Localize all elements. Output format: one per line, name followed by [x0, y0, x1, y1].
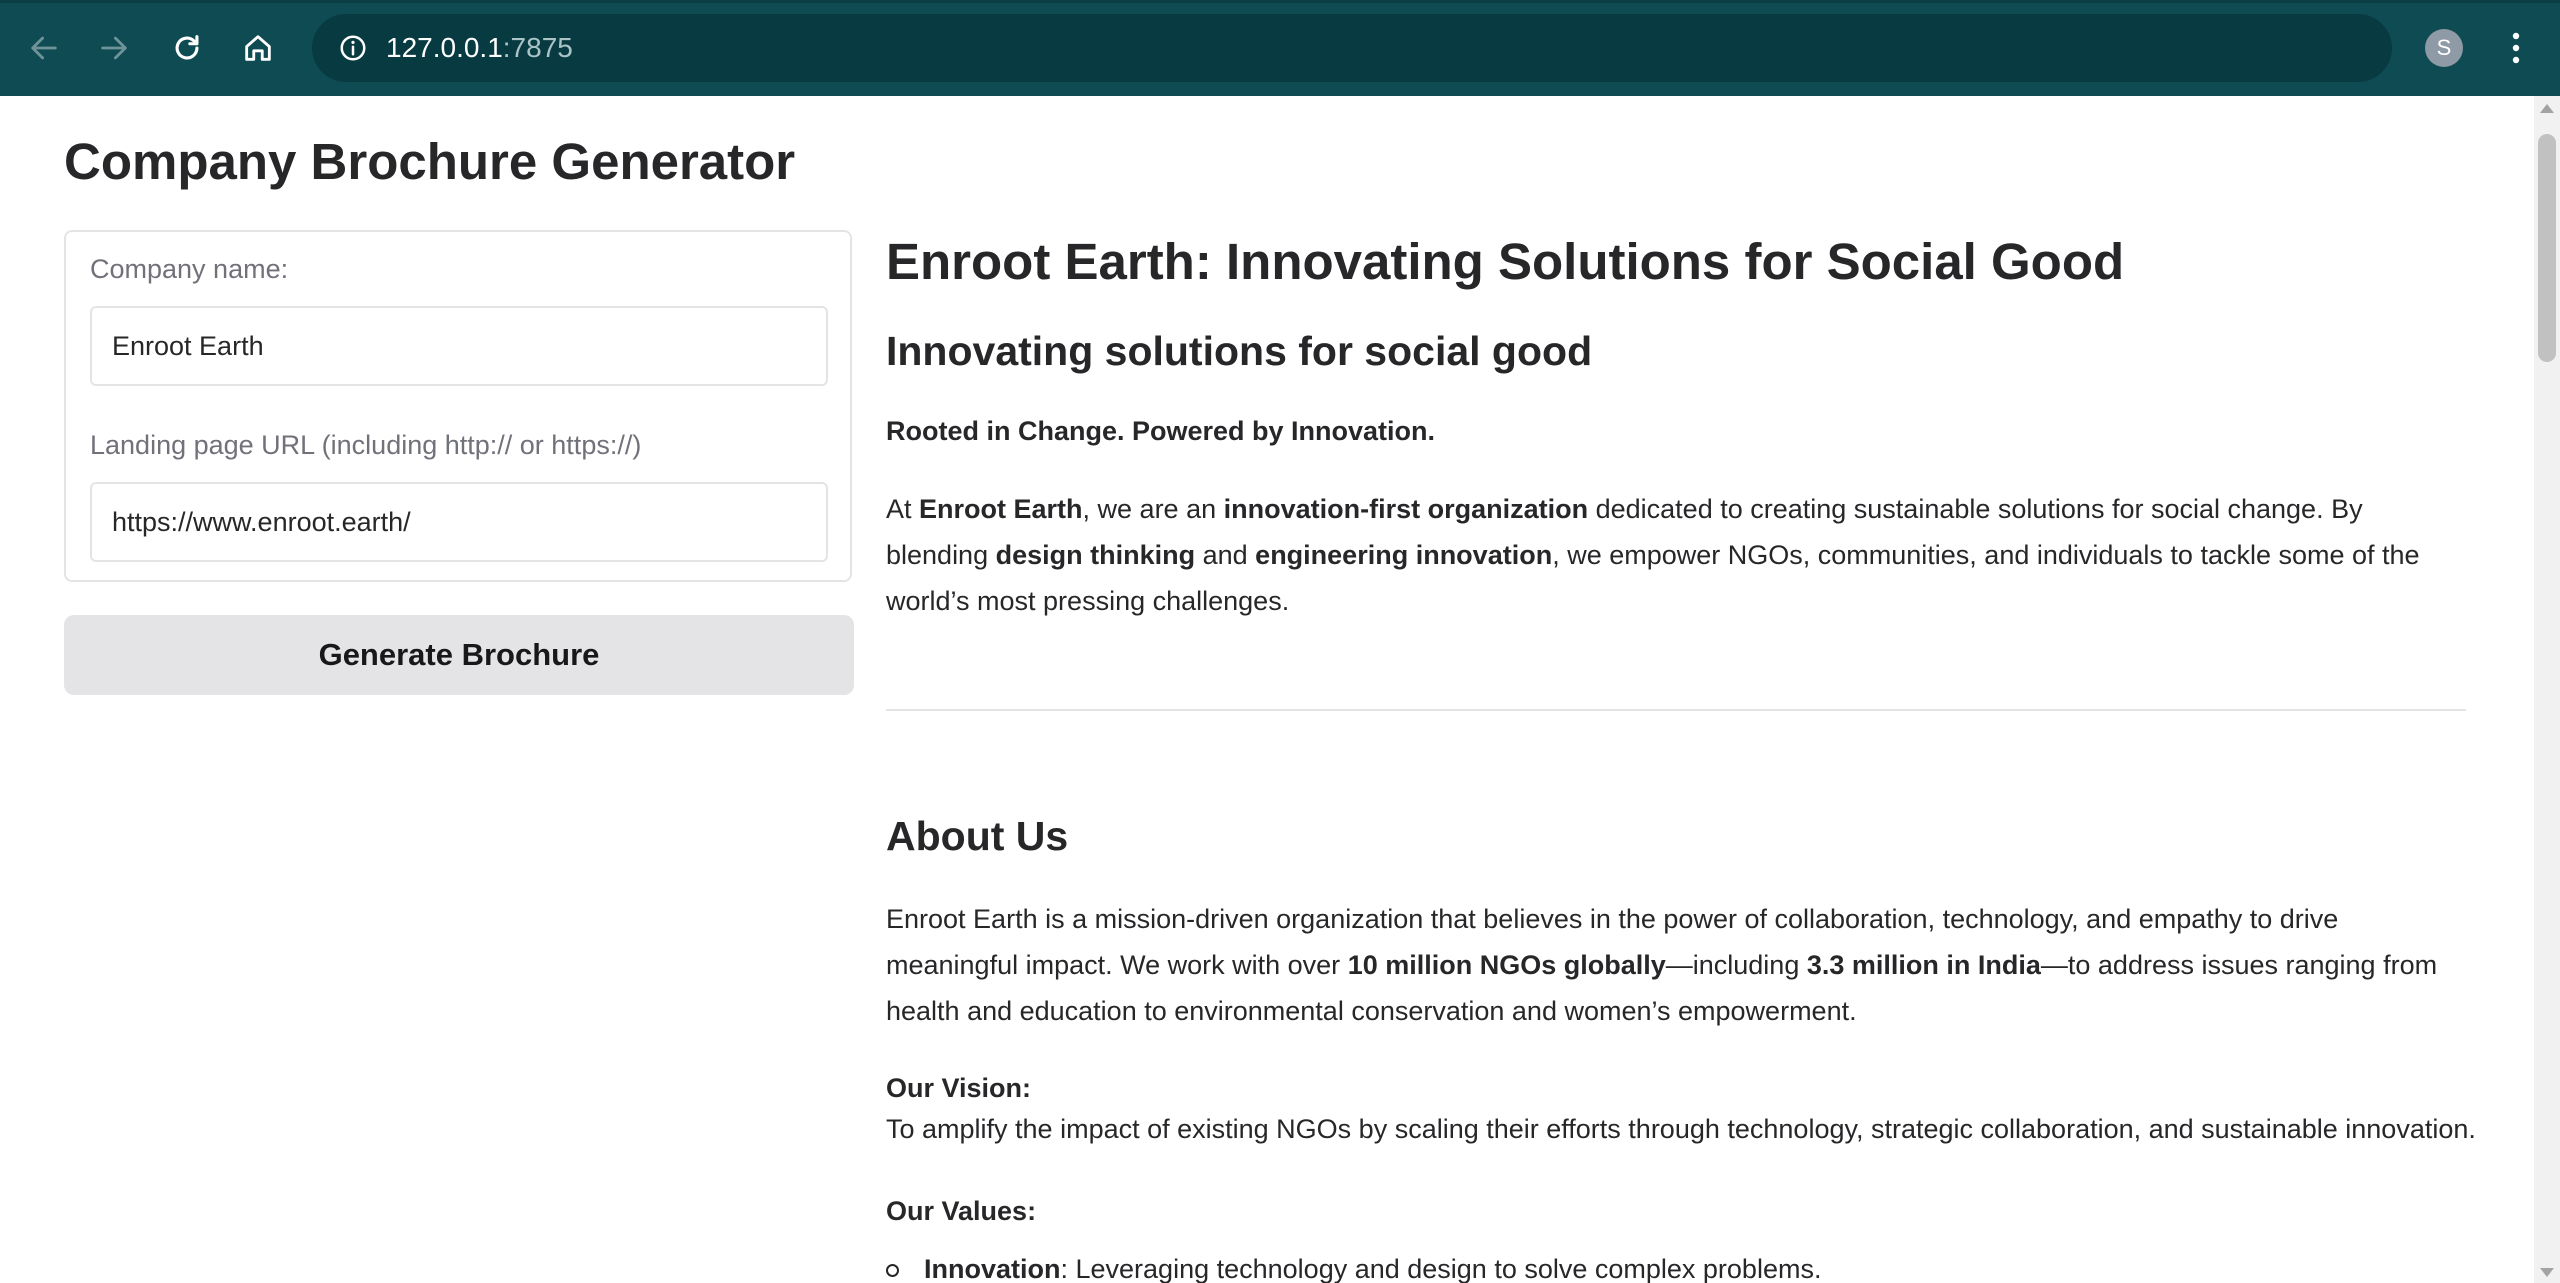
generate-brochure-button[interactable]: Generate Brochure: [64, 615, 854, 695]
landing-page-url-input[interactable]: [90, 482, 828, 562]
site-info-icon: [340, 35, 366, 61]
values-label: Our Values:: [886, 1196, 1037, 1226]
intro-text: At: [886, 494, 920, 524]
back-button[interactable]: [14, 18, 74, 78]
browser-menu-button[interactable]: [2496, 22, 2536, 74]
intro-bold: Enroot Earth: [919, 494, 1083, 524]
home-icon: [245, 35, 271, 61]
reload-icon: [175, 35, 199, 60]
company-name-input[interactable]: [90, 306, 828, 386]
intro-bold: innovation-first organization: [1223, 494, 1589, 524]
vision-label: Our Vision:: [886, 1073, 1032, 1103]
value-text: : Leveraging technology and design to so…: [1060, 1254, 1822, 1283]
about-text: —including: [1665, 950, 1807, 980]
intro-bold: design thinking: [995, 540, 1196, 570]
scroll-up-arrow-icon[interactable]: [2540, 104, 2554, 113]
site-info-button[interactable]: [328, 23, 378, 73]
intro-paragraph: At Enroot Earth, we are an innovation-fi…: [886, 486, 2466, 624]
list-item: Innovation: Leveraging technology and de…: [886, 1246, 1821, 1283]
address-bar[interactable]: 127.0.0.1:7875: [312, 14, 2392, 82]
about-heading: About Us: [886, 813, 1069, 859]
url-field-label: Landing page URL (including http:// or h…: [90, 430, 642, 460]
section-divider: [886, 709, 2466, 711]
reload-button[interactable]: [157, 18, 217, 78]
scroll-down-arrow-icon[interactable]: [2540, 1268, 2554, 1277]
brochure-tagline: Rooted in Change. Powered by Innovation.: [886, 416, 1436, 446]
brochure-title: Enroot Earth: Innovating Solutions for S…: [886, 233, 2125, 290]
company-name-label: Company name:: [90, 254, 289, 284]
tab-strip: [0, 0, 2560, 3]
scrollbar-thumb[interactable]: [2538, 134, 2556, 362]
forward-arrow-icon: [101, 36, 127, 60]
url-port: :7875: [502, 32, 573, 63]
back-arrow-icon: [31, 36, 57, 60]
about-bold: 3.3 million in India: [1806, 950, 2041, 980]
about-bold: 10 million NGOs globally: [1347, 950, 1666, 980]
intro-text: , we are an: [1082, 494, 1224, 524]
home-button[interactable]: [228, 18, 288, 78]
input-form: Company name: Landing page URL (includin…: [64, 230, 852, 582]
forward-button[interactable]: [84, 18, 144, 78]
page-viewport: Company Brochure Generator Company name:…: [0, 96, 2534, 1283]
about-paragraph: Enroot Earth is a mission-driven organiz…: [886, 896, 2466, 1034]
page-scrollbar[interactable]: [2534, 96, 2560, 1283]
value-term: Innovation: [924, 1254, 1061, 1283]
url-host: 127.0.0.1: [386, 32, 503, 63]
intro-text: and: [1195, 540, 1256, 570]
bullet-icon: [886, 1264, 899, 1277]
vision-text: To amplify the impact of existing NGOs b…: [886, 1114, 2476, 1144]
values-list: Innovation: Leveraging technology and de…: [886, 1246, 1821, 1283]
url-text[interactable]: 127.0.0.1:7875: [386, 31, 573, 65]
page-title: Company Brochure Generator: [64, 133, 796, 190]
intro-bold: engineering innovation: [1255, 540, 1553, 570]
brochure-subtitle: Innovating solutions for social good: [886, 328, 1593, 374]
browser-toolbar: 127.0.0.1:7875 S: [0, 0, 2560, 96]
profile-avatar[interactable]: S: [2425, 29, 2463, 67]
kebab-menu-icon: [2512, 32, 2520, 64]
